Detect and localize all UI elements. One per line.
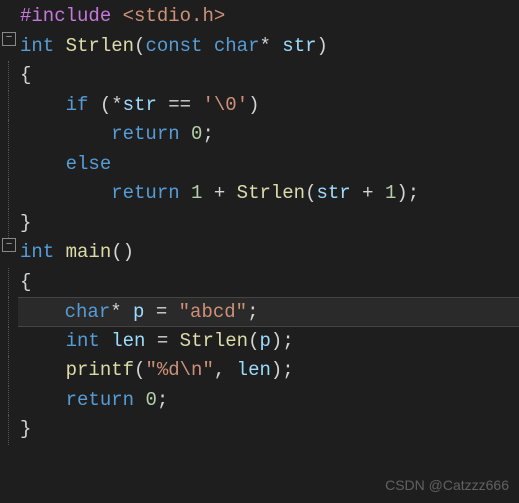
code-line: return 0; bbox=[20, 386, 519, 416]
variable: p bbox=[133, 301, 144, 323]
number-literal: 1 bbox=[385, 182, 396, 204]
fold-icon[interactable]: − bbox=[2, 32, 16, 46]
code-line: { bbox=[20, 61, 519, 91]
type-keyword: int bbox=[66, 330, 100, 352]
type-keyword: int bbox=[20, 241, 54, 263]
number-literal: 1 bbox=[191, 182, 202, 204]
function-name: main bbox=[66, 241, 112, 263]
variable: str bbox=[123, 94, 157, 116]
type-keyword: int bbox=[20, 35, 54, 57]
function-call: Strlen bbox=[180, 330, 248, 352]
keyword-const: const bbox=[145, 35, 202, 57]
open-brace: { bbox=[20, 64, 31, 86]
function-call: printf bbox=[66, 359, 134, 381]
code-line: int len = Strlen(p); bbox=[20, 327, 519, 357]
keyword-if: if bbox=[66, 94, 89, 116]
function-name: Strlen bbox=[66, 35, 134, 57]
code-line: else bbox=[20, 150, 519, 180]
keyword-return: return bbox=[111, 182, 179, 204]
parameter: str bbox=[282, 35, 316, 57]
string-literal: "%d\n" bbox=[145, 359, 213, 381]
code-line: } bbox=[20, 415, 519, 445]
code-line: { bbox=[20, 268, 519, 298]
open-brace: { bbox=[20, 271, 31, 293]
watermark: CSDN @Catzzz666 bbox=[385, 475, 509, 497]
preproc-keyword: #include bbox=[20, 5, 111, 27]
code-line: if (*str == '\0') bbox=[20, 91, 519, 121]
code-line-highlighted: char* p = "abcd"; bbox=[18, 297, 519, 327]
keyword-return: return bbox=[111, 123, 179, 145]
code-editor: − − #include <stdio.h> int Strlen(const … bbox=[0, 0, 519, 503]
string-literal: "abcd" bbox=[179, 301, 247, 323]
code-line: return 1 + Strlen(str + 1); bbox=[20, 179, 519, 209]
argument: len bbox=[237, 359, 271, 381]
close-brace: } bbox=[20, 212, 31, 234]
close-brace: } bbox=[20, 418, 31, 440]
fold-icon[interactable]: − bbox=[2, 238, 16, 252]
type-keyword: char bbox=[214, 35, 260, 57]
include-file: <stdio.h> bbox=[123, 5, 226, 27]
type-keyword: char bbox=[65, 301, 111, 323]
code-line: int main() bbox=[20, 238, 519, 268]
code-line: return 0; bbox=[20, 120, 519, 150]
number-literal: 0 bbox=[145, 389, 156, 411]
char-literal: '\0' bbox=[202, 94, 248, 116]
code-line: printf("%d\n", len); bbox=[20, 356, 519, 386]
code-line: } bbox=[20, 209, 519, 239]
function-call: Strlen bbox=[237, 182, 305, 204]
argument: p bbox=[260, 330, 271, 352]
code-line: #include <stdio.h> bbox=[20, 2, 519, 32]
code-line: int Strlen(const char* str) bbox=[20, 32, 519, 62]
keyword-else: else bbox=[66, 153, 112, 175]
code-area[interactable]: #include <stdio.h> int Strlen(const char… bbox=[18, 0, 519, 503]
variable: str bbox=[317, 182, 351, 204]
variable: len bbox=[111, 330, 145, 352]
fold-gutter: − − bbox=[0, 0, 18, 503]
number-literal: 0 bbox=[191, 123, 202, 145]
keyword-return: return bbox=[66, 389, 134, 411]
